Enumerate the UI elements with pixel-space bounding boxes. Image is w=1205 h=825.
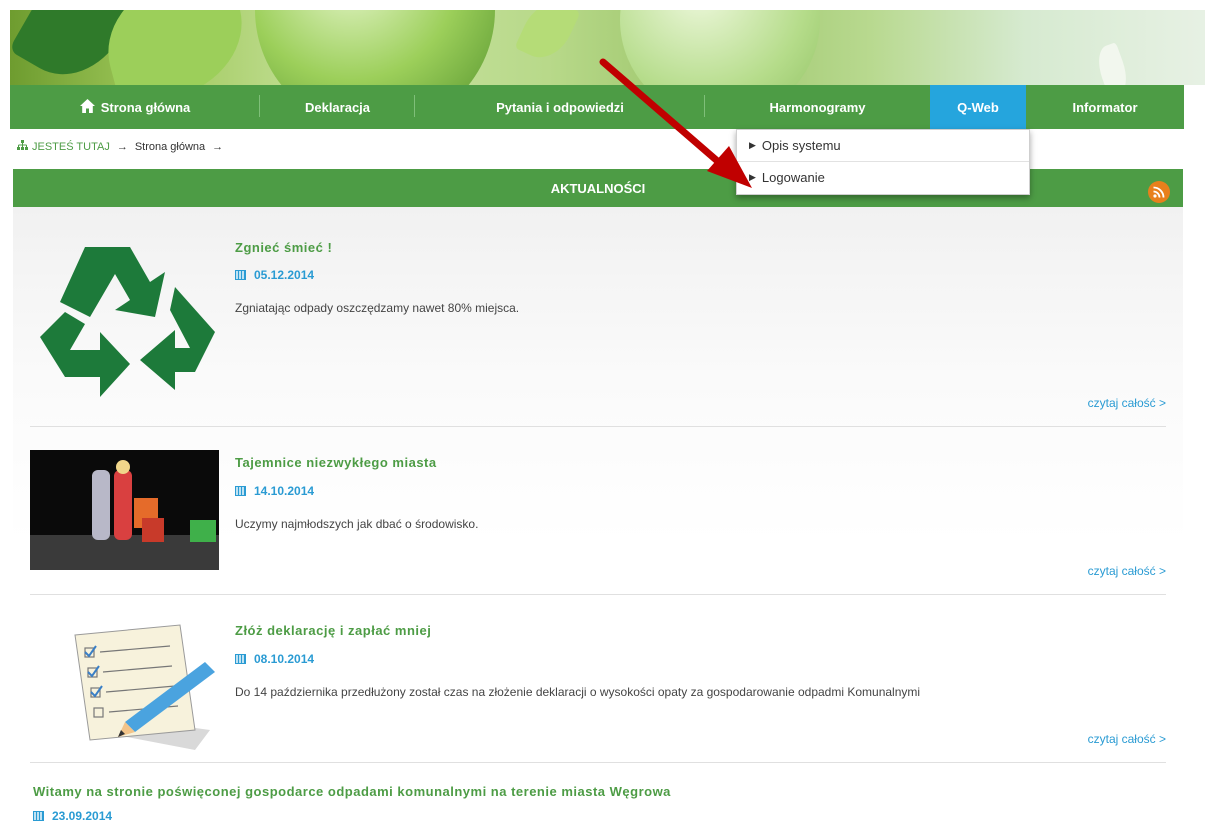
news-item: Złóż deklarację i zapłać mniej 08.10.201… [13,595,1183,763]
nav-harmonogramy-label: Harmonogramy [769,99,866,115]
news-description: Zgniatając odpady oszczędzamy nawet 80% … [235,301,520,315]
menu-item-label: Opis systemu [761,138,841,153]
arrow-right-icon: → [116,140,128,153]
section-title: AKTUALNOŚCI [550,180,646,196]
news-description: Do 14 października przedłużony został cz… [235,685,921,699]
breadcrumb-item-home[interactable]: Strona główna [135,141,205,153]
news-item: Tajemnice niezwykłego miasta 14.10.2014 … [13,427,1183,595]
nav-qweb[interactable]: Q-Web [930,85,1026,129]
nav-qweb-label: Q-Web [957,99,999,115]
nav-deklaracja-label: Deklaracja [304,99,371,115]
theater-photo[interactable] [30,450,219,570]
sitemap-icon [17,140,28,153]
news-title[interactable]: Witamy na stronie poświęconej gospodarce… [33,784,671,799]
news-title[interactable]: Zgnieć śmieć ! [235,240,332,255]
news-date-text: 08.10.2014 [254,652,315,666]
nav-pytania-label: Pytania i odpowiedzi [496,99,624,115]
nav-informator[interactable]: Informator [1026,85,1184,129]
nav-informator-label: Informator [1072,99,1138,115]
news-title[interactable]: Tajemnice niezwykłego miasta [235,455,437,470]
news-list: Zgnieć śmieć ! 05.12.2014 Zgniatając odp… [13,207,1183,767]
globe-decoration [620,10,820,85]
calendar-icon [235,270,246,280]
nav-harmonogramy[interactable]: Harmonogramy [705,85,930,129]
read-more-link[interactable]: czytaj całość > [1088,732,1166,746]
news-date: 05.12.2014 [235,268,314,282]
header-banner [10,10,1205,85]
caret-right-icon: ▶ [749,140,756,150]
globe-decoration [255,10,495,85]
menu-item-opis-systemu[interactable]: ▶ Opis systemu [737,130,1029,161]
breadcrumb-label: JESTEŚ TUTAJ [32,140,110,153]
leaf-decoration [514,10,581,67]
calendar-icon [33,811,44,821]
read-more-link[interactable]: czytaj całość > [1088,396,1166,410]
leaf-decoration [92,10,258,85]
news-date-text: 14.10.2014 [254,484,315,498]
news-date: 08.10.2014 [235,652,314,666]
rss-icon[interactable] [1148,181,1170,203]
main-nav: Strona główna Deklaracja Pytania i odpow… [10,85,1184,129]
divider [30,762,1166,763]
news-description: Uczymy najmłodszych jak dbać o środowisk… [235,517,479,531]
checklist-pencil-icon[interactable] [30,620,219,750]
breadcrumb: JESTEŚ TUTAJ → Strona główna → [17,140,230,153]
news-date: 14.10.2014 [235,484,314,498]
calendar-icon [235,654,246,664]
news-title[interactable]: Złóż deklarację i zapłać mniej [235,623,431,638]
caret-right-icon: ▶ [749,172,756,182]
news-date-text: 05.12.2014 [254,268,315,282]
nav-deklaracja[interactable]: Deklaracja [260,85,415,129]
nav-home-label: Strona główna [100,99,191,115]
qweb-dropdown-menu: ▶ Opis systemu ▶ Logowanie [736,129,1030,195]
nav-home[interactable]: Strona główna [10,85,260,129]
recycle-icon[interactable] [30,232,219,412]
home-icon [79,98,95,116]
news-date-text: 23.09.2014 [52,809,113,823]
menu-item-label: Logowanie [761,170,825,185]
calendar-icon [235,486,246,496]
menu-item-logowanie[interactable]: ▶ Logowanie [737,161,1029,193]
read-more-link[interactable]: czytaj całość > [1088,564,1166,578]
news-item: Zgnieć śmieć ! 05.12.2014 Zgniatając odp… [13,207,1183,427]
news-date: 23.09.2014 [33,809,112,823]
arrow-right-icon: → [212,140,224,153]
leaf-decoration [1092,42,1133,85]
nav-pytania[interactable]: Pytania i odpowiedzi [415,85,705,129]
